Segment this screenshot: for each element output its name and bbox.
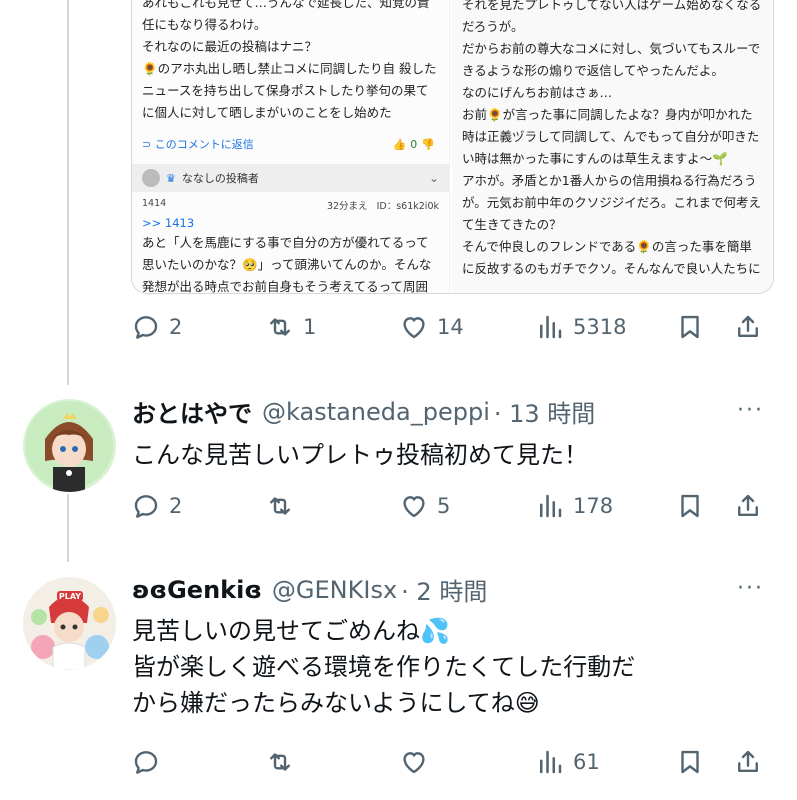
share-button[interactable] bbox=[733, 747, 763, 777]
share-button[interactable] bbox=[733, 491, 763, 521]
like-button[interactable]: 5 bbox=[399, 491, 535, 521]
reply-button[interactable]: 2 bbox=[131, 312, 265, 342]
anime-avatar-image: PLAY bbox=[23, 577, 116, 670]
tweet3-line-3: から嫌だったらみないようにしてね😅 bbox=[132, 689, 540, 717]
views-count: 61 bbox=[573, 750, 600, 774]
embed-right-panel: それを見たプレトゥしてない人はゲーム始めなくなるだろうが。 だからお前の尊大なコ… bbox=[452, 0, 773, 293]
more-options-button[interactable]: ··· bbox=[737, 398, 764, 423]
embed-reply-link: ⊃ このコメントに返信 bbox=[142, 138, 254, 151]
bookmark-icon bbox=[681, 315, 699, 339]
avatar[interactable] bbox=[23, 399, 116, 492]
embed-poster-avatar bbox=[142, 169, 160, 187]
views-icon bbox=[540, 750, 562, 774]
avatar[interactable]: PLAY bbox=[23, 577, 116, 670]
retweet-button[interactable]: 1 bbox=[265, 312, 399, 342]
bookmark-icon bbox=[681, 750, 699, 774]
retweet-icon bbox=[270, 497, 290, 515]
tweet3-line-1: 見苦しいの見せてごめんね💦 bbox=[132, 617, 450, 645]
embed-poster-bar: ♛ ななしの投稿者 ⌄ bbox=[132, 164, 449, 192]
embed-reply-row: ⊃ このコメントに返信 👍 0 👎 bbox=[142, 134, 439, 154]
retweet-button[interactable] bbox=[265, 491, 399, 521]
embed-like-count: 👍 0 👎 bbox=[392, 137, 435, 151]
heart-icon bbox=[403, 752, 425, 774]
bookmark-button[interactable] bbox=[675, 747, 733, 777]
embed-left-text-body: あと「人を馬鹿にする事で自分の方が優れてるって思いたいのかな？🥺」って頭沸いてん… bbox=[142, 235, 432, 294]
views-count: 178 bbox=[573, 494, 614, 518]
crown-icon: ♛ bbox=[166, 171, 176, 185]
like-button[interactable]: 14 bbox=[399, 312, 535, 342]
embed-ref-link: >> 1413 bbox=[142, 216, 195, 230]
embed-comment-time: 32分まえ bbox=[326, 201, 368, 212]
views-icon bbox=[540, 494, 562, 518]
share-icon bbox=[738, 315, 758, 337]
views-button[interactable]: 178 bbox=[535, 491, 675, 521]
display-name[interactable]: ʚɞGenkiɞ bbox=[132, 576, 262, 604]
share-icon bbox=[738, 494, 758, 516]
retweet-icon bbox=[270, 318, 290, 336]
like-count: 5 bbox=[437, 494, 451, 518]
views-button[interactable]: 5318 bbox=[535, 312, 675, 342]
retweet-button[interactable] bbox=[265, 747, 399, 777]
embedded-screenshot[interactable]: あれもこれも見せて…うんなで延長した、知覚の責任にもなり得るわけ。 それなのに最… bbox=[131, 0, 774, 294]
views-icon bbox=[540, 315, 562, 339]
embed-poster-name: ななしの投稿者 bbox=[181, 172, 259, 185]
retweet-count: 1 bbox=[303, 315, 317, 339]
views-count: 5318 bbox=[573, 315, 627, 339]
reply-button[interactable]: 2 bbox=[131, 491, 265, 521]
tweet2-action-bar: 2 5 178 bbox=[131, 491, 771, 521]
tweet2-text: こんな見苦しいプレトゥ投稿初めて見た！ bbox=[132, 441, 588, 469]
bookmark-button[interactable] bbox=[675, 312, 733, 342]
thread-line-top bbox=[67, 0, 69, 385]
reply-count: 2 bbox=[169, 494, 183, 518]
embed-left-panel: あれもこれも見せて…うんなで延長した、知覚の責任にもなり得るわけ。 それなのに最… bbox=[132, 0, 450, 294]
tweet-time[interactable]: · 2 時間 bbox=[401, 572, 487, 607]
like-button[interactable] bbox=[399, 747, 535, 777]
share-icon bbox=[738, 750, 758, 772]
share-button[interactable] bbox=[733, 312, 763, 342]
bookmark-button[interactable] bbox=[675, 491, 733, 521]
reply-icon bbox=[134, 316, 158, 339]
reply-count: 2 bbox=[169, 315, 183, 339]
tweet3-line-2: 皆が楽しく遊べる環境を作りたくてした行動だ bbox=[132, 653, 636, 681]
embed-comment-id: ID：s61k2i0k bbox=[376, 201, 439, 212]
more-options-button[interactable]: ··· bbox=[737, 576, 764, 601]
heart-icon bbox=[403, 496, 425, 518]
tweet3-action-bar: 61 bbox=[131, 747, 771, 777]
embed-comment-number: 1414 bbox=[142, 198, 167, 209]
embed-meta-row: 1414 32分まえ ID：s61k2i0k bbox=[142, 198, 439, 212]
tweet2-header: おとはやで @kastaneda_peppi · 13 時間 bbox=[132, 394, 595, 429]
svg-text:PLAY: PLAY bbox=[59, 592, 81, 601]
display-name[interactable]: おとはやで bbox=[132, 394, 252, 429]
reply-icon bbox=[134, 495, 158, 518]
retweet-icon bbox=[270, 753, 290, 771]
embed-right-text: それを見たプレトゥしてない人はゲーム始めなくなるだろうが。 だからお前の尊大なコ… bbox=[462, 0, 762, 276]
reply-icon bbox=[134, 751, 158, 774]
user-handle[interactable]: @kastaneda_peppi bbox=[262, 398, 490, 426]
embed-left-text-top: あれもこれも見せて…うんなで延長した、知覚の責任にもなり得るわけ。 それなのに最… bbox=[142, 0, 437, 120]
tweet1-action-bar: 2 1 14 5318 bbox=[131, 312, 771, 342]
like-count: 14 bbox=[437, 315, 464, 339]
anime-avatar-image bbox=[23, 399, 116, 492]
reply-button[interactable] bbox=[131, 747, 265, 777]
tweet3-text: 見苦しいの見せてごめんね💦 皆が楽しく遊べる環境を作りたくてした行動だ から嫌だ… bbox=[132, 613, 635, 721]
tweet-time[interactable]: · 13 時間 bbox=[494, 394, 595, 429]
chevron-down-icon: ⌄ bbox=[428, 171, 439, 185]
heart-icon bbox=[403, 317, 425, 339]
thread-line-mid bbox=[67, 494, 69, 562]
user-handle[interactable]: @GENKIsx bbox=[272, 576, 397, 604]
bookmark-icon bbox=[681, 494, 699, 518]
views-button[interactable]: 61 bbox=[535, 747, 675, 777]
tweet3-header: ʚɞGenkiɞ @GENKIsx · 2 時間 bbox=[132, 572, 487, 607]
